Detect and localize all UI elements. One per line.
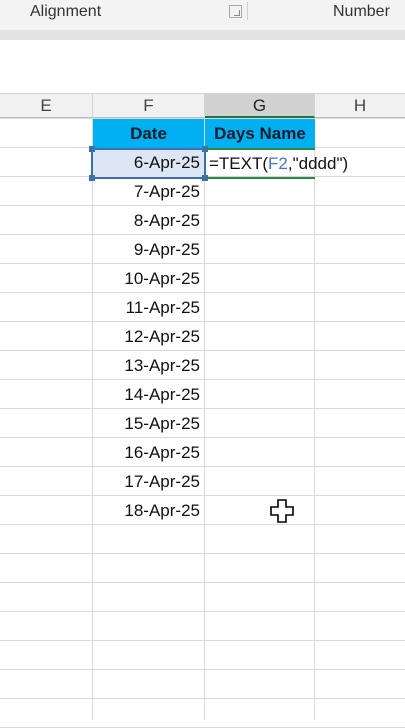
alignment-group-label: Alignment (30, 3, 102, 20)
date-cell[interactable]: 11-Apr-25 (93, 293, 204, 322)
dialog-launcher-icon[interactable] (229, 5, 242, 18)
gridline (314, 118, 315, 720)
date-cell[interactable]: 7-Apr-25 (93, 177, 204, 206)
formula-bar-area (0, 40, 405, 93)
date-cell[interactable]: 18-Apr-25 (93, 496, 204, 525)
formula-cell-reference: F2 (268, 154, 288, 173)
selection-handle[interactable] (89, 146, 95, 152)
ribbon-bottom-edge (0, 30, 405, 40)
active-cell-formula[interactable]: =TEXT(F2,"dddd") (209, 149, 348, 178)
column-header-g[interactable]: G (205, 94, 315, 118)
formula-suffix: ,"dddd") (287, 154, 349, 173)
date-cell[interactable]: 12-Apr-25 (93, 322, 204, 351)
header-cell-days-name[interactable]: Days Name (205, 119, 315, 148)
selection-handle[interactable] (89, 175, 95, 181)
gridline (204, 118, 205, 720)
gridline (0, 553, 405, 554)
date-cell[interactable]: 16-Apr-25 (93, 438, 204, 467)
date-cell[interactable]: 15-Apr-25 (93, 409, 204, 438)
range-selection-border (91, 148, 206, 179)
date-cell[interactable]: 9-Apr-25 (93, 235, 204, 264)
gridline (0, 582, 405, 583)
gridline (0, 611, 405, 612)
date-cell[interactable]: 13-Apr-25 (93, 351, 204, 380)
date-cell[interactable]: 10-Apr-25 (93, 264, 204, 293)
date-cell[interactable]: 17-Apr-25 (93, 467, 204, 496)
column-header-e[interactable]: E (0, 94, 93, 118)
ribbon-separator (247, 2, 248, 20)
worksheet-grid[interactable]: Date Days Name 6-Apr-25 7-Apr-25 8-Apr-25 9… (0, 118, 405, 728)
header-cell-date[interactable]: Date (93, 119, 204, 148)
date-cell[interactable]: 8-Apr-25 (93, 206, 204, 235)
formula-prefix: =TEXT( (209, 154, 269, 173)
column-header-f[interactable]: F (93, 94, 205, 118)
number-group-label: Number (333, 3, 390, 20)
gridline (0, 698, 405, 699)
gridline (0, 669, 405, 670)
column-header-h[interactable]: H (315, 94, 405, 118)
ribbon: Alignment Number (0, 0, 405, 30)
date-cell[interactable]: 14-Apr-25 (93, 380, 204, 409)
column-headers: E F G H (0, 93, 405, 118)
cell-select-cross-icon (270, 499, 294, 523)
gridline (0, 640, 405, 641)
